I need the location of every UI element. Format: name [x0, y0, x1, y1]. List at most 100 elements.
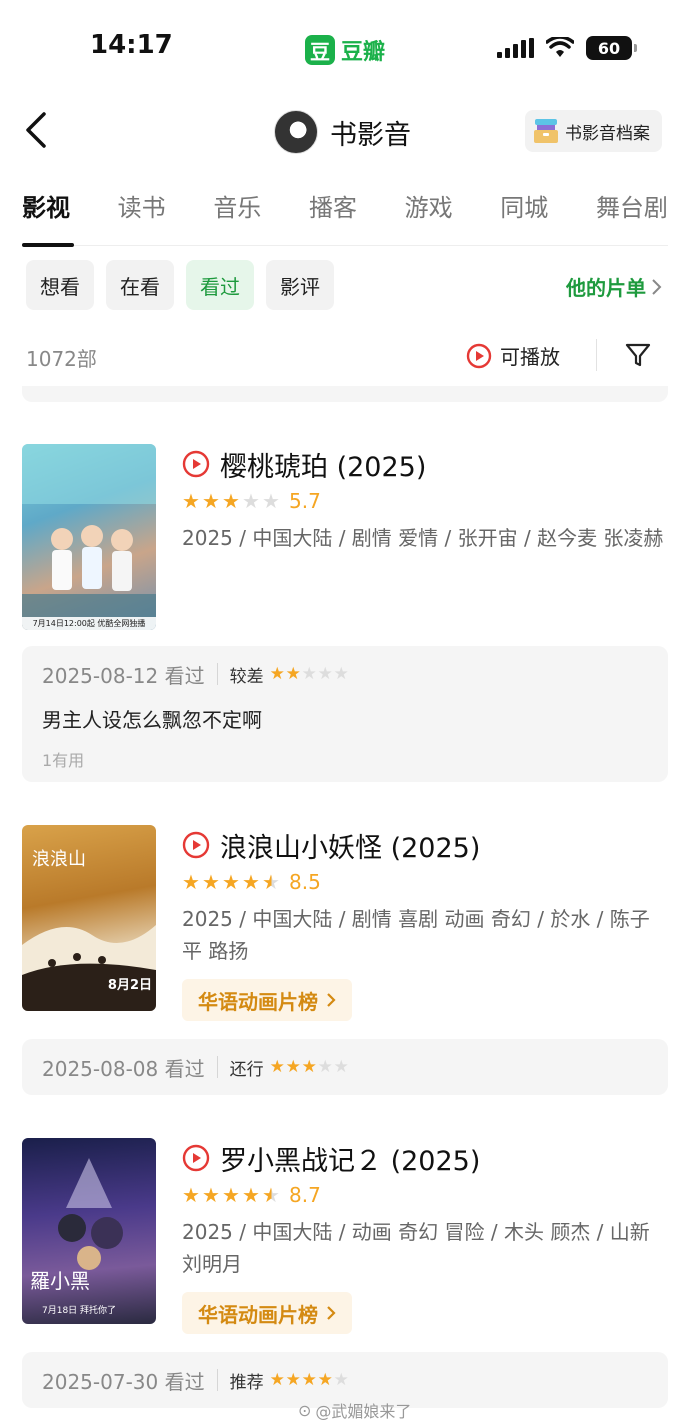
star-icon: ★: [333, 1370, 349, 1390]
star-icon: ★: [269, 1057, 285, 1077]
star-icon: ★: [202, 1183, 220, 1207]
poster-caption: 8月2日: [107, 978, 152, 993]
poster-image[interactable]: 浪浪山 8月2日: [22, 825, 156, 1011]
chip-watching[interactable]: 在看: [106, 260, 174, 310]
poster-art: [22, 444, 156, 630]
movie-meta: 2025 / 中国大陆 / 剧情 爱情 / 张开宙 / 赵今麦 张凌赫: [182, 526, 664, 550]
poster-image[interactable]: 羅小黑 7月18日 拜托你了: [22, 1138, 156, 1324]
watched-date: 2025-08-08 看过: [42, 1056, 205, 1081]
star-icon: ★: [333, 664, 349, 684]
his-list-link[interactable]: 他的片单: [566, 272, 662, 301]
archive-label: 书影音档案: [565, 123, 650, 144]
chevron-right-icon: [327, 993, 336, 1007]
play-circle-icon: [466, 343, 492, 368]
review-verdict: 还行: [229, 1059, 264, 1080]
tab-books[interactable]: 读书: [118, 188, 166, 246]
status-bar: 14:17 豆 豆瓣 60: [0, 0, 690, 96]
chart-label: 华语动画片榜: [198, 989, 318, 1014]
star-icon: ★: [242, 870, 260, 894]
filter-icon[interactable]: [624, 341, 652, 369]
star-icon: ★: [182, 489, 200, 513]
star-icon: ★: [182, 1183, 200, 1207]
review-stars: ★ ★ ★ ★ ★: [270, 1370, 350, 1390]
star-icon: ★: [317, 1370, 333, 1390]
rating-row: ★ ★ ★ ★ ★ 5.7: [182, 486, 668, 516]
playable-filter-button[interactable]: 可播放: [466, 341, 560, 370]
my-review[interactable]: 2025-08-12 看过 较差 ★ ★ ★ ★ ★ 男主人设怎么飘忽不定啊 1有用: [22, 646, 668, 782]
review-verdict: 推荐: [229, 1372, 264, 1393]
poster-caption: 7月14日12:00起 优酷全网独播: [32, 619, 146, 628]
star-icon: ★: [182, 870, 200, 894]
list-item[interactable]: 浪浪山 8月2日 浪浪山小妖怪 (2025) ★ ★ ★ ★ ★ 8.5 2025 / …: [22, 825, 668, 1095]
status-time: 14:17: [90, 30, 173, 60]
star-icon: ★: [301, 1370, 317, 1390]
watched-date: 2025-08-12 看过: [42, 663, 205, 688]
rating-score: 8.5: [289, 870, 321, 894]
chip-watched[interactable]: 看过: [186, 260, 254, 310]
star-icon: ★: [222, 489, 240, 513]
play-circle-icon[interactable]: [182, 831, 210, 859]
status-app-name: 豆瓣: [341, 40, 386, 65]
chip-reviews[interactable]: 影评: [266, 260, 334, 310]
list-top-separator: [22, 386, 668, 402]
rating-row: ★ ★ ★ ★ ★ 8.5: [182, 867, 668, 897]
rating-score: 5.7: [289, 489, 321, 513]
watermark-text: @武媚娘来了: [315, 1402, 412, 1421]
tab-local-events[interactable]: 同城: [500, 188, 548, 246]
tab-stage-plays[interactable]: 舞台剧: [596, 188, 668, 246]
tab-movies[interactable]: 影视: [22, 188, 74, 247]
svg-text:羅小黑: 羅小黑: [30, 1269, 90, 1293]
useful-count[interactable]: 1有用: [22, 747, 668, 771]
tab-music[interactable]: 音乐: [213, 188, 261, 246]
star-icon: ★: [262, 489, 280, 513]
watched-date: 2025-07-30 看过: [42, 1369, 205, 1394]
star-icon: ★: [301, 664, 317, 684]
divider: [216, 1369, 218, 1391]
tab-podcasts[interactable]: 播客: [309, 188, 357, 246]
chart-badge[interactable]: 华语动画片榜: [182, 1292, 352, 1334]
play-circle-icon[interactable]: [182, 1144, 210, 1172]
page-title: 书影音: [330, 119, 411, 151]
tab-games[interactable]: 游戏: [405, 188, 453, 246]
star-icon: ★: [285, 1370, 301, 1390]
review-verdict: 较差: [229, 666, 264, 687]
star-icon: ★: [269, 1370, 285, 1390]
rating-stars: ★ ★ ★ ★ ★: [182, 489, 281, 513]
title-row: 浪浪山小妖怪 (2025): [182, 825, 668, 865]
star-icon: ★: [202, 489, 220, 513]
battery-icon: 60: [586, 36, 637, 60]
list-item[interactable]: 7月14日12:00起 优酷全网独播 樱桃琥珀 (2025) ★ ★ ★ ★ ★ 5.7…: [22, 444, 668, 784]
play-circle-icon[interactable]: [182, 450, 210, 478]
review-stars: ★ ★ ★ ★ ★: [270, 1057, 350, 1077]
chart-badge[interactable]: 华语动画片榜: [182, 979, 352, 1021]
review-header: 2025-08-12 看过 较差 ★ ★ ★ ★ ★: [22, 646, 668, 702]
movie-title[interactable]: 罗小黑战记２ (2025): [220, 1139, 480, 1178]
archive-button[interactable]: 书影音档案: [525, 110, 662, 152]
rating-stars: ★ ★ ★ ★ ★: [182, 1183, 281, 1207]
star-icon: ★: [317, 1057, 333, 1077]
wifi-icon: [546, 37, 574, 57]
star-icon: ★: [262, 1183, 280, 1207]
svg-text:浪浪山: 浪浪山: [32, 849, 86, 870]
chart-label: 华语动画片榜: [198, 1302, 318, 1327]
status-icons: 60: [497, 36, 637, 60]
signal-icon: [497, 38, 534, 58]
rating-row: ★ ★ ★ ★ ★ 8.7: [182, 1180, 668, 1210]
star-icon: ★: [242, 489, 260, 513]
star-icon: ★: [285, 1057, 301, 1077]
movie-title[interactable]: 樱桃琥珀 (2025): [220, 445, 426, 484]
movie-info: 罗小黑战记２ (2025) ★ ★ ★ ★ ★ 8.7 2025 / 中国大陆 / 动画…: [182, 1138, 668, 1334]
my-review[interactable]: 2025-08-08 看过 还行 ★ ★ ★ ★ ★: [22, 1039, 668, 1095]
douban-logo-icon: 豆: [305, 35, 335, 65]
star-icon: ★: [202, 870, 220, 894]
list-item[interactable]: 羅小黑 7月18日 拜托你了 罗小黑战记２ (2025) ★ ★ ★ ★ ★ 8.7 2…: [22, 1138, 668, 1408]
poster-image[interactable]: 7月14日12:00起 优酷全网独播: [22, 444, 156, 630]
back-button[interactable]: [20, 108, 60, 152]
chip-want-to-watch[interactable]: 想看: [26, 260, 94, 310]
chevron-right-icon: [652, 278, 662, 295]
list-toolbar: 1072部 可播放: [26, 335, 666, 375]
avatar[interactable]: [274, 110, 318, 154]
star-icon: ★: [333, 1057, 349, 1077]
movie-title[interactable]: 浪浪山小妖怪 (2025): [220, 826, 480, 865]
profile-header[interactable]: 书影音: [274, 110, 411, 154]
